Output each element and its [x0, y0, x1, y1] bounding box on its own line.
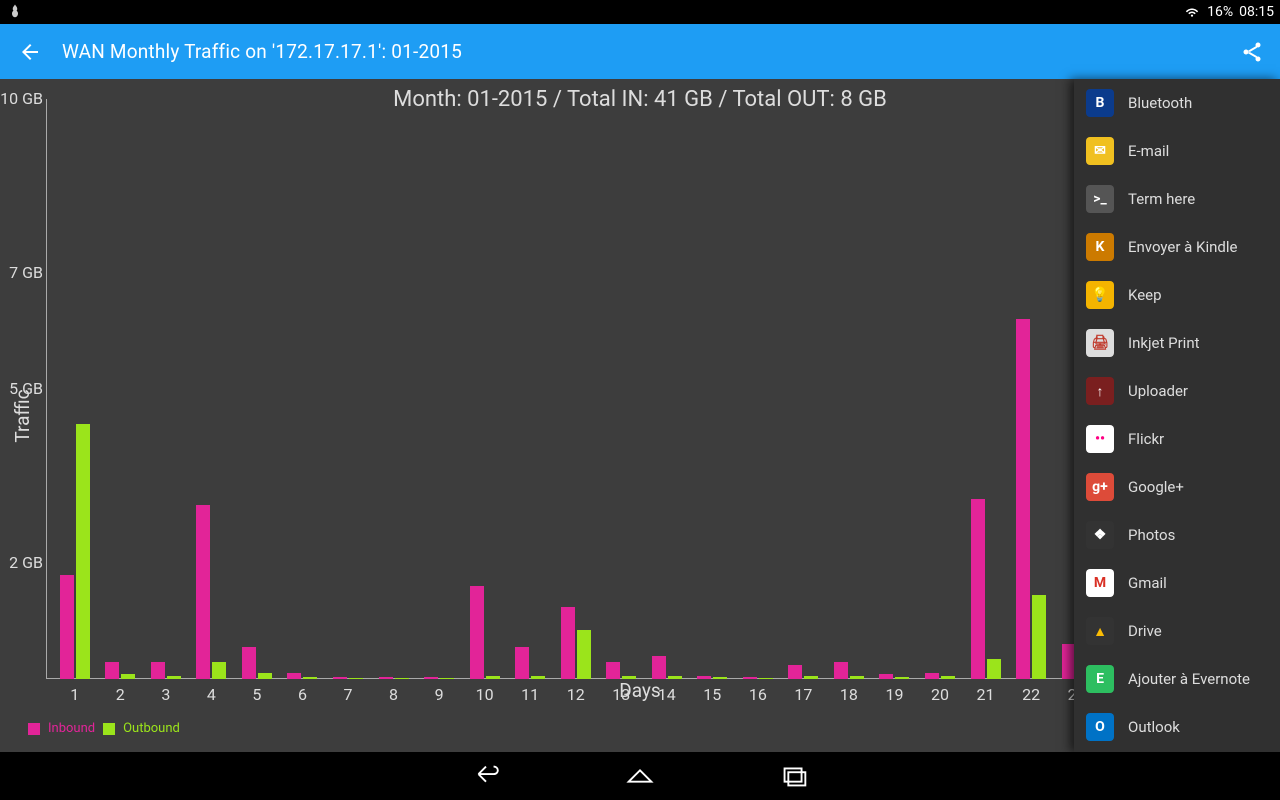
bar-inbound: [561, 607, 575, 680]
share-item[interactable]: M Gmail: [1074, 559, 1280, 607]
share-item[interactable]: E Ajouter à Evernote: [1074, 655, 1280, 703]
share-item-label: Bluetooth: [1128, 94, 1192, 112]
bar-inbound: [971, 499, 985, 679]
share-item-icon: K: [1086, 233, 1114, 261]
back-button[interactable]: [16, 38, 44, 66]
bar-outbound: [987, 659, 1001, 679]
share-item[interactable]: ✉ E-mail: [1074, 127, 1280, 175]
share-item[interactable]: 💡 Keep: [1074, 271, 1280, 319]
share-item-label: Term here: [1128, 190, 1195, 208]
share-item[interactable]: >_ Term here: [1074, 175, 1280, 223]
share-item[interactable]: O Outlook: [1074, 703, 1280, 751]
share-item-label: Keep: [1128, 286, 1162, 304]
share-item[interactable]: K Envoyer à Kindle: [1074, 223, 1280, 271]
chart-legend: Inbound Outbound: [28, 721, 180, 736]
share-item[interactable]: ↑ Uploader: [1074, 367, 1280, 415]
legend-label-outbound: Outbound: [123, 721, 180, 736]
share-item[interactable]: •• Flickr: [1074, 415, 1280, 463]
share-item[interactable]: ❖ Photos: [1074, 511, 1280, 559]
share-item-label: Outlook: [1128, 718, 1180, 736]
share-item-icon: E: [1086, 665, 1114, 693]
share-menu: B Bluetooth ✉ E-mail >_ Term here K Envoyer à K…: [1074, 79, 1280, 752]
bar-inbound: [606, 662, 620, 679]
share-button[interactable]: [1238, 38, 1266, 66]
page-title: WAN Monthly Traffic on '172.17.17.1': 01…: [62, 40, 462, 63]
battery-text: 16%: [1207, 4, 1233, 20]
bar-outbound: [1032, 595, 1046, 679]
status-bar: 16% 08:15: [0, 0, 1280, 24]
bar-inbound: [242, 647, 256, 679]
chart-plot: 2 GB5 GB7 GB10 GB12345678910111213141516…: [46, 99, 1236, 679]
share-item-label: Flickr: [1128, 430, 1164, 448]
share-item-icon: 🖨: [1086, 329, 1114, 357]
share-item-icon: >_: [1086, 185, 1114, 213]
share-item-icon: g+: [1086, 473, 1114, 501]
bar-inbound: [652, 656, 666, 679]
clock-text: 08:15: [1239, 4, 1274, 20]
share-item-icon: ••: [1086, 425, 1114, 453]
share-item[interactable]: g+ Google+: [1074, 463, 1280, 511]
nav-back-button[interactable]: [469, 759, 503, 793]
share-item-icon: ✉: [1086, 137, 1114, 165]
bar-inbound: [470, 586, 484, 679]
share-item[interactable]: B Bluetooth: [1074, 79, 1280, 127]
bar-inbound: [60, 575, 74, 679]
nav-bar: [0, 752, 1280, 800]
bar-inbound: [515, 647, 529, 679]
share-item[interactable]: ▲ Drive: [1074, 607, 1280, 655]
nav-recents-button[interactable]: [777, 759, 811, 793]
y-tick: 7 GB: [9, 265, 43, 281]
bar-inbound: [788, 665, 802, 680]
y-axis-line: [46, 99, 47, 679]
share-item-icon: ↑: [1086, 377, 1114, 405]
legend-swatch-inbound: [28, 723, 40, 735]
share-item-label: Drive: [1128, 622, 1162, 640]
legend-swatch-outbound: [103, 723, 115, 735]
bar-inbound: [834, 662, 848, 679]
share-item-icon: B: [1086, 89, 1114, 117]
bar-inbound: [196, 505, 210, 679]
share-item-icon: M: [1086, 569, 1114, 597]
app-icon: [6, 3, 24, 21]
bar-outbound: [577, 630, 591, 679]
share-item[interactable]: 🖨 Inkjet Print: [1074, 319, 1280, 367]
y-tick: 5 GB: [9, 381, 43, 397]
share-item-icon: ❖: [1086, 521, 1114, 549]
share-item-label: Gmail: [1128, 574, 1167, 592]
bar-inbound: [151, 662, 165, 679]
wifi-icon: [1183, 1, 1201, 23]
share-item-label: Ajouter à Evernote: [1128, 670, 1250, 688]
y-tick: 2 GB: [9, 555, 43, 571]
share-item-label: Uploader: [1128, 382, 1188, 400]
share-item-icon: 💡: [1086, 281, 1114, 309]
share-item-label: Google+: [1128, 478, 1184, 496]
share-item-icon: O: [1086, 713, 1114, 741]
share-item-label: Inkjet Print: [1128, 334, 1200, 352]
nav-home-button[interactable]: [623, 759, 657, 793]
bar-outbound: [76, 424, 90, 679]
y-tick: 10 GB: [0, 91, 43, 107]
bar-outbound: [212, 662, 226, 679]
app-bar: WAN Monthly Traffic on '172.17.17.1': 01…: [0, 24, 1280, 79]
share-item-label: Envoyer à Kindle: [1128, 238, 1237, 256]
share-item-label: Photos: [1128, 526, 1175, 544]
bar-inbound: [1016, 319, 1030, 679]
bar-inbound: [105, 662, 119, 679]
legend-label-inbound: Inbound: [48, 721, 95, 736]
share-item-label: E-mail: [1128, 142, 1169, 160]
share-item-icon: ▲: [1086, 617, 1114, 645]
